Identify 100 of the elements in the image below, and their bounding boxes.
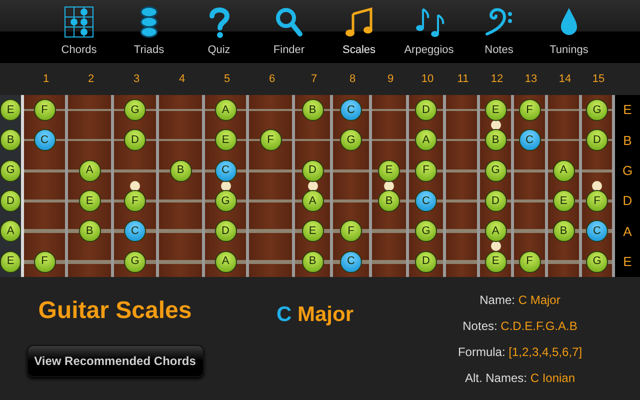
note-marker[interactable]: E	[0, 99, 21, 122]
string-label: E	[615, 246, 640, 277]
note-marker[interactable]: F	[518, 250, 540, 273]
nav-tab[interactable]: Tunings	[538, 0, 600, 63]
note-marker[interactable]: A	[214, 99, 236, 122]
note-marker[interactable]: F	[124, 190, 146, 212]
nav-tab[interactable]: Notes	[468, 0, 530, 63]
note-marker[interactable]: A	[484, 220, 506, 242]
note-marker[interactable]: C	[124, 220, 146, 242]
note-marker[interactable]: A	[552, 160, 574, 182]
nav-tab[interactable]: Triads	[118, 0, 180, 63]
note-marker[interactable]: A	[415, 129, 437, 152]
note-marker[interactable]: B	[302, 250, 324, 273]
guitar-string	[24, 229, 65, 234]
note-marker[interactable]: B	[0, 129, 21, 152]
note-marker[interactable]: E	[484, 99, 506, 122]
guitar-string	[548, 260, 579, 264]
note-marker[interactable]: F	[34, 99, 56, 122]
note-marker[interactable]: B	[378, 190, 400, 212]
note-marker[interactable]: F	[586, 190, 608, 212]
note-marker[interactable]: F	[260, 129, 282, 152]
note-marker[interactable]: C	[518, 129, 540, 152]
note-marker[interactable]: D	[415, 250, 437, 273]
note-marker[interactable]: F	[34, 250, 56, 273]
string-label: A	[615, 216, 640, 246]
fret-number: 14	[558, 72, 572, 87]
note-marker[interactable]: E	[484, 250, 506, 273]
guitar-string	[582, 169, 612, 172]
guitar-string	[548, 109, 579, 112]
nav-tab[interactable]: Finder	[258, 0, 320, 63]
note-marker[interactable]: E	[552, 190, 574, 212]
guitar-string	[295, 139, 330, 142]
note-marker[interactable]: B	[302, 99, 324, 122]
fret-number: 10	[420, 72, 435, 87]
view-recommended-chords-button[interactable]: View Recommended Chords	[26, 345, 204, 377]
scale-title: C Major	[276, 302, 354, 328]
guitar-string	[372, 139, 406, 142]
nav-tab[interactable]: Quiz	[188, 0, 250, 63]
note-marker[interactable]: F	[340, 220, 362, 242]
note-marker[interactable]: B	[484, 129, 506, 152]
fret-number: 15	[591, 72, 606, 87]
string-label: D	[615, 186, 640, 216]
note-marker[interactable]: E	[78, 190, 100, 212]
string-label: B	[615, 125, 640, 156]
fret-number: 4	[178, 72, 186, 87]
guitar-string	[249, 260, 292, 264]
fret-number: 6	[268, 72, 276, 87]
note-marker[interactable]: D	[415, 99, 437, 122]
note-marker[interactable]: A	[78, 160, 100, 182]
note-marker[interactable]: D	[214, 220, 236, 242]
note-marker[interactable]: C	[415, 190, 437, 212]
note-marker[interactable]: G	[340, 129, 362, 152]
fret-number: 3	[132, 72, 141, 87]
guitar-string	[159, 200, 202, 203]
note-marker[interactable]: F	[415, 160, 437, 182]
fret-number: 1	[42, 72, 50, 87]
note-marker[interactable]: G	[484, 160, 506, 182]
note-marker[interactable]: B	[552, 220, 574, 242]
note-marker[interactable]: D	[484, 190, 506, 212]
nav-tab[interactable]: Scales	[328, 0, 390, 63]
note-marker[interactable]: C	[340, 99, 362, 122]
guitar-string	[249, 200, 292, 203]
nav-tab[interactable]: Arpeggios	[398, 0, 460, 63]
note-marker[interactable]: G	[0, 160, 21, 182]
note-marker[interactable]: G	[124, 99, 146, 122]
note-marker[interactable]: E	[302, 220, 324, 242]
note-marker[interactable]: C	[34, 129, 56, 152]
note-marker[interactable]: A	[0, 220, 21, 242]
note-marker[interactable]: G	[214, 190, 236, 212]
note-marker[interactable]: G	[586, 99, 608, 122]
note-marker[interactable]: A	[302, 190, 324, 212]
note-marker[interactable]: B	[170, 160, 192, 182]
scale-info-line: Notes: C.D.E.F.G.A.B	[462, 318, 578, 335]
fret-inlay	[384, 180, 394, 191]
note-marker[interactable]: G	[586, 250, 608, 273]
scale-info-line: Name: C Major	[480, 292, 560, 309]
string-label: G	[615, 156, 640, 186]
note-marker[interactable]: G	[415, 220, 437, 242]
note-marker[interactable]: D	[0, 190, 21, 212]
guitar-string	[548, 139, 579, 142]
note-marker[interactable]: F	[518, 99, 540, 122]
note-marker[interactable]: B	[78, 220, 100, 242]
note-marker[interactable]: E	[0, 250, 21, 273]
note-marker[interactable]: A	[214, 250, 236, 273]
note-marker[interactable]: E	[214, 129, 236, 152]
guitar-string	[159, 260, 202, 264]
note-marker[interactable]: D	[586, 129, 608, 152]
note-marker[interactable]: E	[378, 160, 400, 182]
note-marker[interactable]: C	[340, 250, 362, 273]
note-marker[interactable]: G	[124, 250, 146, 273]
guitar-string	[446, 260, 477, 264]
guitar-string	[372, 229, 406, 234]
nav-tab[interactable]: Chords	[48, 0, 110, 63]
guitar-string	[159, 139, 202, 142]
note-marker[interactable]: C	[214, 160, 236, 182]
note-marker[interactable]: D	[302, 160, 324, 182]
fret-number: 7	[310, 72, 318, 87]
note-marker[interactable]: D	[124, 129, 146, 152]
guitar-string	[333, 200, 369, 203]
note-marker[interactable]: C	[586, 220, 608, 242]
